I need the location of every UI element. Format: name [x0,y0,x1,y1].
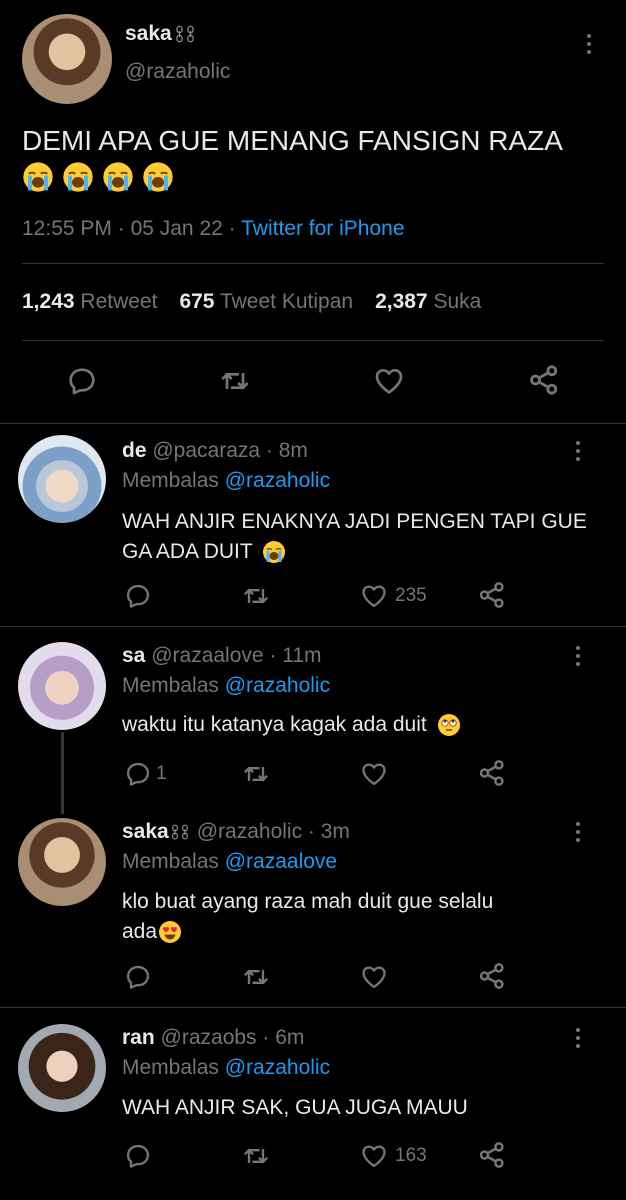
replying-to: Membalas @razaalove [122,850,338,873]
like-count: 235 [395,585,427,606]
mention-link[interactable]: @razaholic [225,674,330,697]
user-handle[interactable]: @pacaraza [152,439,260,462]
reply-icon[interactable] [124,1142,152,1170]
retweet-icon[interactable] [241,582,271,610]
share-icon[interactable] [477,1140,507,1170]
share-icon[interactable] [477,961,507,991]
reply-button[interactable]: 1 [124,760,167,788]
reply-icon[interactable] [66,365,98,397]
tweet-stats: 1,243 Retweet 675 Tweet Kutipan 2,387 Su… [22,290,481,314]
chain-icon [171,821,189,843]
display-name[interactable]: saka [122,820,169,844]
avatar[interactable] [22,14,112,104]
user-handle[interactable]: @razaalove [151,644,263,667]
reply-header: ran @razaobs · 6m [122,1026,305,1049]
mention-link[interactable]: @razaholic [225,469,330,492]
tweet-age: 3m [320,820,350,843]
loudly-crying-face-emoji [62,161,94,193]
heart-icon[interactable] [359,760,389,788]
retweet-icon[interactable] [241,1142,271,1170]
reply-text: klo buat ayang raza mah duit gue selalu … [122,890,494,944]
heart-eyes-emoji [158,920,182,944]
avatar[interactable] [18,642,106,730]
avatar[interactable] [18,435,106,523]
mention-link[interactable]: @razaholic [225,1056,330,1079]
replying-to: Membalas @razaholic [122,1056,331,1079]
user-handle[interactable]: @razaholic [197,820,302,844]
loudly-crying-face-emoji [262,540,286,564]
replying-to: Membalas @razaholic [122,469,331,492]
tweet-text: DEMI APA GUE MENANG FANSIGN RAZA [22,123,612,193]
divider [0,1007,626,1008]
reply-text: WAH ANJIR ENAKNYA JADI PENGEN TAPI GUE G… [122,510,587,564]
more-icon[interactable] [577,30,601,58]
more-icon[interactable] [566,642,590,670]
like-count: 163 [395,1145,427,1166]
quote-stat[interactable]: 675 Tweet Kutipan [179,290,353,314]
display-name[interactable]: sa [122,644,145,667]
like-button[interactable]: 163 [359,1142,427,1170]
loudly-crying-face-emoji [22,161,54,193]
retweet-icon[interactable] [218,365,252,397]
display-name[interactable]: de [122,439,147,462]
like-button[interactable]: 235 [359,582,427,610]
tweet-meta: 12:55 PM · 05 Jan 22 · Twitter for iPhon… [22,217,405,240]
divider [22,263,604,264]
reply-icon[interactable] [124,582,152,610]
heart-icon[interactable] [359,963,389,991]
avatar[interactable] [18,818,106,906]
tweet-age: 6m [275,1026,305,1049]
retweet-icon[interactable] [241,760,271,788]
more-icon[interactable] [566,1024,590,1052]
share-icon[interactable] [527,363,561,397]
retweet-stat[interactable]: 1,243 Retweet [22,290,157,314]
loudly-crying-face-emoji [142,161,174,193]
reply-icon[interactable] [124,963,152,991]
user-handle[interactable]: @razaobs [161,1026,257,1049]
emoji-row [22,161,612,193]
share-icon[interactable] [477,580,507,610]
reply-header: saka @razaholic · 3m [122,820,350,844]
tweet-time: 12:55 PM [22,217,112,240]
like-stat[interactable]: 2,387 Suka [375,290,481,314]
heart-icon[interactable] [372,365,406,397]
reply-count: 1 [156,763,167,784]
divider [22,340,604,341]
reply-header: de @pacaraza · 8m [122,439,308,462]
display-name[interactable]: ran [122,1026,155,1049]
share-icon[interactable] [477,758,507,788]
reply-text: WAH ANJIR SAK, GUA JUGA MAUU [122,1096,468,1119]
tweet-age: 8m [278,439,308,462]
retweet-icon[interactable] [241,963,271,991]
tweet-date: 05 Jan 22 [130,217,223,240]
tweet-client[interactable]: Twitter for iPhone [241,217,404,240]
reply-header: sa @razaalove · 11m [122,644,322,667]
heart-icon [359,582,389,610]
divider [0,626,626,627]
display-name[interactable]: saka [125,22,172,46]
tweet-text-line: DEMI APA GUE MENANG FANSIGN RAZA [22,125,563,156]
eye-roll-emoji [437,713,461,737]
divider [0,423,626,424]
reply-icon [124,760,152,788]
user-handle[interactable]: @razaholic [125,60,230,84]
reply-text: waktu itu katanya kagak ada duit [122,710,461,740]
more-icon[interactable] [566,437,590,465]
tweet-age: 11m [282,644,322,667]
chain-icon [175,22,195,46]
more-icon[interactable] [566,818,590,846]
avatar[interactable] [18,1024,106,1112]
heart-icon [359,1142,389,1170]
mention-link[interactable]: @razaalove [225,850,337,873]
loudly-crying-face-emoji [102,161,134,193]
replying-to: Membalas @razaholic [122,674,331,697]
user-name-row: saka [125,22,195,46]
thread-line [61,732,64,814]
